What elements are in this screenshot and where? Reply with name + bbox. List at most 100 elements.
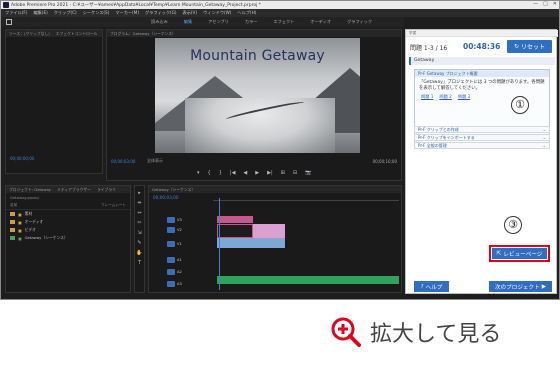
zoom-caption-text[interactable]: 拡大して見る [370,316,501,348]
tab-program[interactable]: プログラム：Getaway（シーケンス） [110,31,176,37]
zoom-in-icon[interactable] [330,316,362,348]
track-a2[interactable]: A2 [167,268,211,276]
project-panel: プロジェクト: Getaway メディアブラウザー ライブラリ Getaway.… [5,185,131,293]
question-link-1[interactable]: 問題 1 [421,94,433,100]
menu-graphics[interactable]: グラフィック(G) [145,10,177,16]
tab-sequence[interactable]: Getaway（シーケンス） [152,187,195,193]
program-video-frame[interactable]: Mountain Getaway [155,38,360,153]
minimize-button[interactable]: — [533,1,538,7]
track-a3[interactable]: A3 [167,280,211,288]
project-item-name: ビデオ [24,227,36,232]
razor-tool-icon[interactable]: ✂ [137,220,141,226]
menu-window[interactable]: ウィンドウ(W) [203,10,231,16]
question-header[interactable]: Pr-F Getaway プロジェクト概要 [415,70,549,77]
menu-marker[interactable]: マーカー(M) [115,10,139,16]
track-v2[interactable]: V2 [167,226,211,234]
snowy-valley [185,98,335,153]
reset-label: リセット [521,44,546,51]
playhead[interactable] [219,198,220,290]
column-framerate[interactable]: フレームレート [101,203,126,208]
project-item[interactable]: ■ オーディオ [6,218,130,226]
close-button[interactable]: ✕ [553,1,557,7]
window-controls: — □ ✕ [533,1,557,7]
project-item[interactable]: ■ ビデオ [6,226,130,234]
track-select-tool-icon[interactable]: ⇹ [137,200,141,206]
workspace-color[interactable]: カラー [245,19,258,25]
export-frame-icon[interactable]: 📷 [305,170,311,176]
chevron-down-icon: ⌄ [542,127,546,132]
column-name[interactable]: 名前 [10,203,17,208]
project-item-name: Getaway（シーケンス） [24,235,68,240]
track-a1[interactable]: A1 [167,256,211,264]
workspace-graphics[interactable]: グラフィック [347,19,372,25]
v1-video-clip[interactable] [217,238,285,248]
project-item[interactable]: ■ Getaway（シーケンス） [6,234,130,242]
chevron-down-icon: ⌄ [542,135,546,140]
workspace-edit[interactable]: 編集 [184,19,192,25]
workspace-import[interactable]: 読み込み [151,19,168,25]
lift-icon[interactable]: ⊞ [281,170,285,176]
black-video-clip[interactable] [217,224,253,238]
next-label: 次のプロジェクト [494,284,540,291]
home-icon[interactable] [6,19,12,25]
audio-clip[interactable] [217,276,399,284]
help-button[interactable]: ? ヘルプ [414,281,449,292]
track-target[interactable] [167,257,175,263]
track-v3[interactable]: V3 [167,216,211,224]
menu-edit[interactable]: 編集(E) [33,10,47,16]
graphic-clip[interactable]: グラフィック [217,216,253,232]
track-target[interactable] [167,241,175,247]
track-v1[interactable]: V1 [167,240,211,248]
time-ruler[interactable] [213,195,399,201]
zoom-caption[interactable]: 拡大して見る [330,316,501,348]
pink-video-clip[interactable] [253,224,285,238]
ripple-edit-tool-icon[interactable]: ⇔ [137,210,141,216]
selection-tool-icon[interactable]: ▸ [138,190,141,196]
tab-project[interactable]: プロジェクト: Getaway [9,187,51,193]
next-project-button[interactable]: 次のプロジェクト ▶ [489,281,552,292]
question-links: 問題 1 問題 2 問題 3 [415,94,549,100]
go-to-in-icon[interactable]: |◀ [230,170,236,176]
mark-in-icon[interactable]: { [208,170,211,176]
maximize-button[interactable]: □ [543,1,548,7]
menu-file[interactable]: ファイル(F) [5,10,27,16]
menu-view[interactable]: 表示(V) [183,10,198,16]
tab-media-browser[interactable]: メディアブラウザー [57,187,91,193]
workspace-audio[interactable]: オーディオ [310,19,331,25]
track-target[interactable] [167,281,175,287]
marker-3: ③ [504,216,522,234]
question-row[interactable]: Pr-F クリップをインポートする ⌄ [414,134,550,141]
track-target[interactable] [167,217,175,223]
timeline-panel-tabs: Getaway（シーケンス） [149,186,401,193]
tab-effect-controls[interactable]: エフェクトコントロール [56,31,98,37]
app-screenshot: Adobe Premiere Pro 2021 - C:¥ユーザー¥ames¥A… [0,0,560,300]
review-page-button[interactable]: ⇱ レビューページ [489,245,550,262]
type-tool-icon[interactable]: T [138,260,141,266]
question-link-2[interactable]: 問題 2 [439,94,451,100]
question-row[interactable]: Pr-F クリップとの作成 ⌄ [414,126,550,133]
workspace-effects[interactable]: エフェクト [273,19,294,25]
track-target[interactable] [167,227,175,233]
project-section-title: Getaway [409,57,555,65]
step-back-icon[interactable]: ◀ [243,170,247,176]
question-link-3[interactable]: 問題 3 [458,94,470,100]
mark-out-icon[interactable]: } [219,170,222,176]
pen-tool-icon[interactable]: ✎ [137,240,141,246]
menu-help[interactable]: ヘルプ(H) [237,10,256,16]
add-marker-icon[interactable]: ▾ [197,170,200,176]
slip-tool-icon[interactable]: ⇲ [137,230,141,236]
question-row[interactable]: Pr-F 全般の管理 ⌄ [414,142,550,149]
track-target[interactable] [167,269,175,275]
extract-icon[interactable]: ⊟ [293,170,297,176]
workspace-assembly[interactable]: アセンブリ [208,19,229,25]
go-to-out-icon[interactable]: ▶| [267,170,273,176]
tab-libraries[interactable]: ライブラリ [97,187,116,193]
menu-sequence[interactable]: シーケンス(S) [83,10,110,16]
fit-dropdown[interactable]: 全体表示 [147,158,163,164]
reset-button[interactable]: ↻ リセット [507,40,552,53]
menu-clip[interactable]: クリップ(C) [54,10,77,16]
tab-source[interactable]: ソース：(クリップなし) [9,31,50,37]
hand-tool-icon[interactable]: ✋ [136,250,142,256]
project-item[interactable]: ■ 素材 [6,210,130,218]
play-icon[interactable]: ▶ [255,170,259,176]
